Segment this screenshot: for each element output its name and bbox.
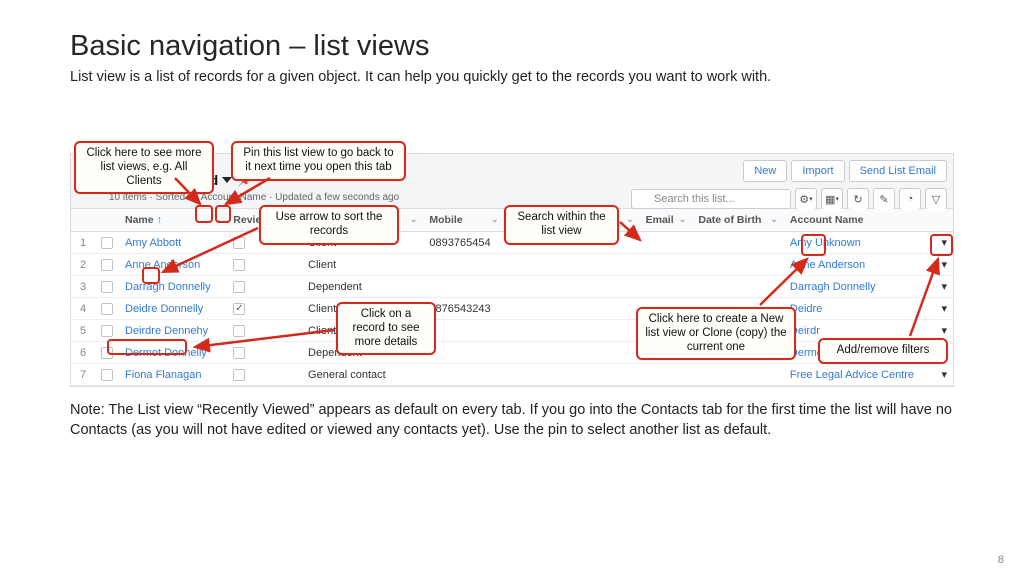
row-select[interactable] bbox=[95, 364, 119, 386]
cell-account[interactable]: Free Legal Advice Centre bbox=[784, 364, 935, 386]
cell-dob bbox=[692, 364, 784, 386]
new-button[interactable]: New bbox=[743, 160, 787, 182]
cell-review[interactable] bbox=[227, 320, 302, 342]
row-number: 1 bbox=[71, 232, 95, 254]
row-number: 6 bbox=[71, 342, 95, 364]
cell-email bbox=[640, 276, 693, 298]
callout-sort: Use arrow to sort the records bbox=[259, 205, 399, 245]
cell-area bbox=[559, 254, 639, 276]
send-list-email-button[interactable]: Send List Email bbox=[849, 160, 947, 182]
col-mobile[interactable]: Mobile⌄ bbox=[423, 209, 504, 232]
cell-mobile bbox=[423, 254, 504, 276]
cell-mobile: 0893765454 bbox=[423, 232, 504, 254]
cell-street bbox=[505, 298, 560, 320]
cell-street bbox=[505, 254, 560, 276]
cell-review[interactable] bbox=[227, 298, 302, 320]
filter-icon[interactable]: ▽ bbox=[925, 188, 947, 210]
chart-icon[interactable]: ◔ bbox=[899, 188, 921, 210]
table-row[interactable]: 2Anne AndersonClientAnne Anderson▾ bbox=[71, 254, 953, 276]
cell-area bbox=[559, 276, 639, 298]
row-number: 3 bbox=[71, 276, 95, 298]
col-dob[interactable]: Date of Birth⌄ bbox=[692, 209, 784, 232]
highlight-filter bbox=[930, 234, 953, 256]
row-select[interactable] bbox=[95, 254, 119, 276]
callout-more-views: Click here to see more list views, e.g. … bbox=[74, 141, 214, 194]
cell-email bbox=[640, 232, 693, 254]
row-action-icon[interactable]: ▾ bbox=[935, 254, 953, 276]
cell-review[interactable] bbox=[227, 276, 302, 298]
cell-mobile bbox=[423, 364, 504, 386]
cell-street bbox=[505, 276, 560, 298]
cell-dob bbox=[692, 254, 784, 276]
cell-street bbox=[505, 364, 560, 386]
table-row[interactable]: 4Deidre DonnellyClient0876543243Deidre▾ bbox=[71, 298, 953, 320]
row-number: 4 bbox=[71, 298, 95, 320]
cell-area bbox=[559, 298, 639, 320]
callout-search: Search within the list view bbox=[504, 205, 619, 245]
cell-name[interactable]: Deidre Donnelly bbox=[119, 298, 227, 320]
highlight-switcher bbox=[195, 205, 213, 223]
callout-pin: Pin this list view to go back to it next… bbox=[231, 141, 406, 181]
cell-area bbox=[559, 342, 639, 364]
highlight-gear bbox=[801, 234, 826, 256]
search-input[interactable]: Search this list... bbox=[631, 189, 791, 209]
cell-record-type: Client bbox=[302, 254, 423, 276]
sort-arrow-icon[interactable]: ↑ bbox=[157, 214, 162, 226]
refresh-icon[interactable]: ↻ bbox=[847, 188, 869, 210]
callout-record: Click on a record to see more details bbox=[336, 302, 436, 355]
table-row[interactable]: 3 Darragh Donnelly Dependent Darragh Donnel… bbox=[71, 276, 953, 298]
cell-name[interactable]: Anne Anderson bbox=[119, 254, 227, 276]
cell-record-type: General contact bbox=[302, 364, 423, 386]
callout-gear: Click here to create a New list view or … bbox=[636, 307, 796, 360]
cell-area bbox=[559, 320, 639, 342]
cell-account[interactable]: Anne Anderson bbox=[784, 254, 935, 276]
highlight-sort-arrow bbox=[142, 267, 160, 284]
highlight-pin bbox=[215, 205, 231, 223]
highlight-record-link bbox=[107, 339, 187, 355]
callout-filters: Add/remove filters bbox=[818, 338, 948, 364]
cell-review[interactable] bbox=[227, 342, 302, 364]
cell-account[interactable]: Deidre bbox=[784, 298, 935, 320]
cell-area bbox=[559, 364, 639, 386]
cell-record-type: Dependent bbox=[302, 276, 423, 298]
cell-email bbox=[640, 254, 693, 276]
page-number: 8 bbox=[998, 554, 1004, 566]
display-icon[interactable]: ▦▾ bbox=[821, 188, 843, 210]
cell-mobile bbox=[423, 276, 504, 298]
cell-name[interactable]: Darragh Donnelly bbox=[119, 276, 227, 298]
cell-review[interactable] bbox=[227, 364, 302, 386]
cell-dob bbox=[692, 232, 784, 254]
page-title: Basic navigation – list views bbox=[70, 30, 954, 63]
cell-review[interactable] bbox=[227, 254, 302, 276]
cell-name[interactable]: Amy Abbott bbox=[119, 232, 227, 254]
edit-icon[interactable]: ✎ bbox=[873, 188, 895, 210]
row-number: 5 bbox=[71, 320, 95, 342]
cell-name[interactable]: Fiona Flanagan bbox=[119, 364, 227, 386]
gear-icon[interactable]: ⚙▾ bbox=[795, 188, 817, 210]
col-email[interactable]: Email⌄ bbox=[640, 209, 693, 232]
row-number: 7 bbox=[71, 364, 95, 386]
cell-dob bbox=[692, 276, 784, 298]
import-button[interactable]: Import bbox=[791, 160, 844, 182]
list-actions: New Import Send List Email bbox=[743, 160, 947, 182]
footnote: Note: The List view “Recently Viewed” ap… bbox=[70, 401, 954, 440]
list-view-toolbar: 🔍 Search this list... ⚙▾ ▦▾ ↻ ✎ ◔ ▽ bbox=[631, 188, 947, 210]
col-account[interactable]: Account Name bbox=[784, 209, 935, 232]
row-select[interactable] bbox=[95, 298, 119, 320]
row-action-icon[interactable]: ▾ bbox=[935, 364, 953, 386]
row-action-icon[interactable]: ▾ bbox=[935, 298, 953, 320]
row-select[interactable] bbox=[95, 232, 119, 254]
row-number: 2 bbox=[71, 254, 95, 276]
table-row[interactable]: 7 Fiona Flanagan General contact Free Legal… bbox=[71, 364, 953, 386]
cell-email bbox=[640, 364, 693, 386]
page-subtitle: List view is a list of records for a giv… bbox=[70, 69, 954, 85]
cell-account[interactable]: Darragh Donnelly bbox=[784, 276, 935, 298]
cell-street bbox=[505, 342, 560, 364]
cell-street bbox=[505, 320, 560, 342]
row-select[interactable] bbox=[95, 276, 119, 298]
row-action-icon[interactable]: ▾ bbox=[935, 276, 953, 298]
